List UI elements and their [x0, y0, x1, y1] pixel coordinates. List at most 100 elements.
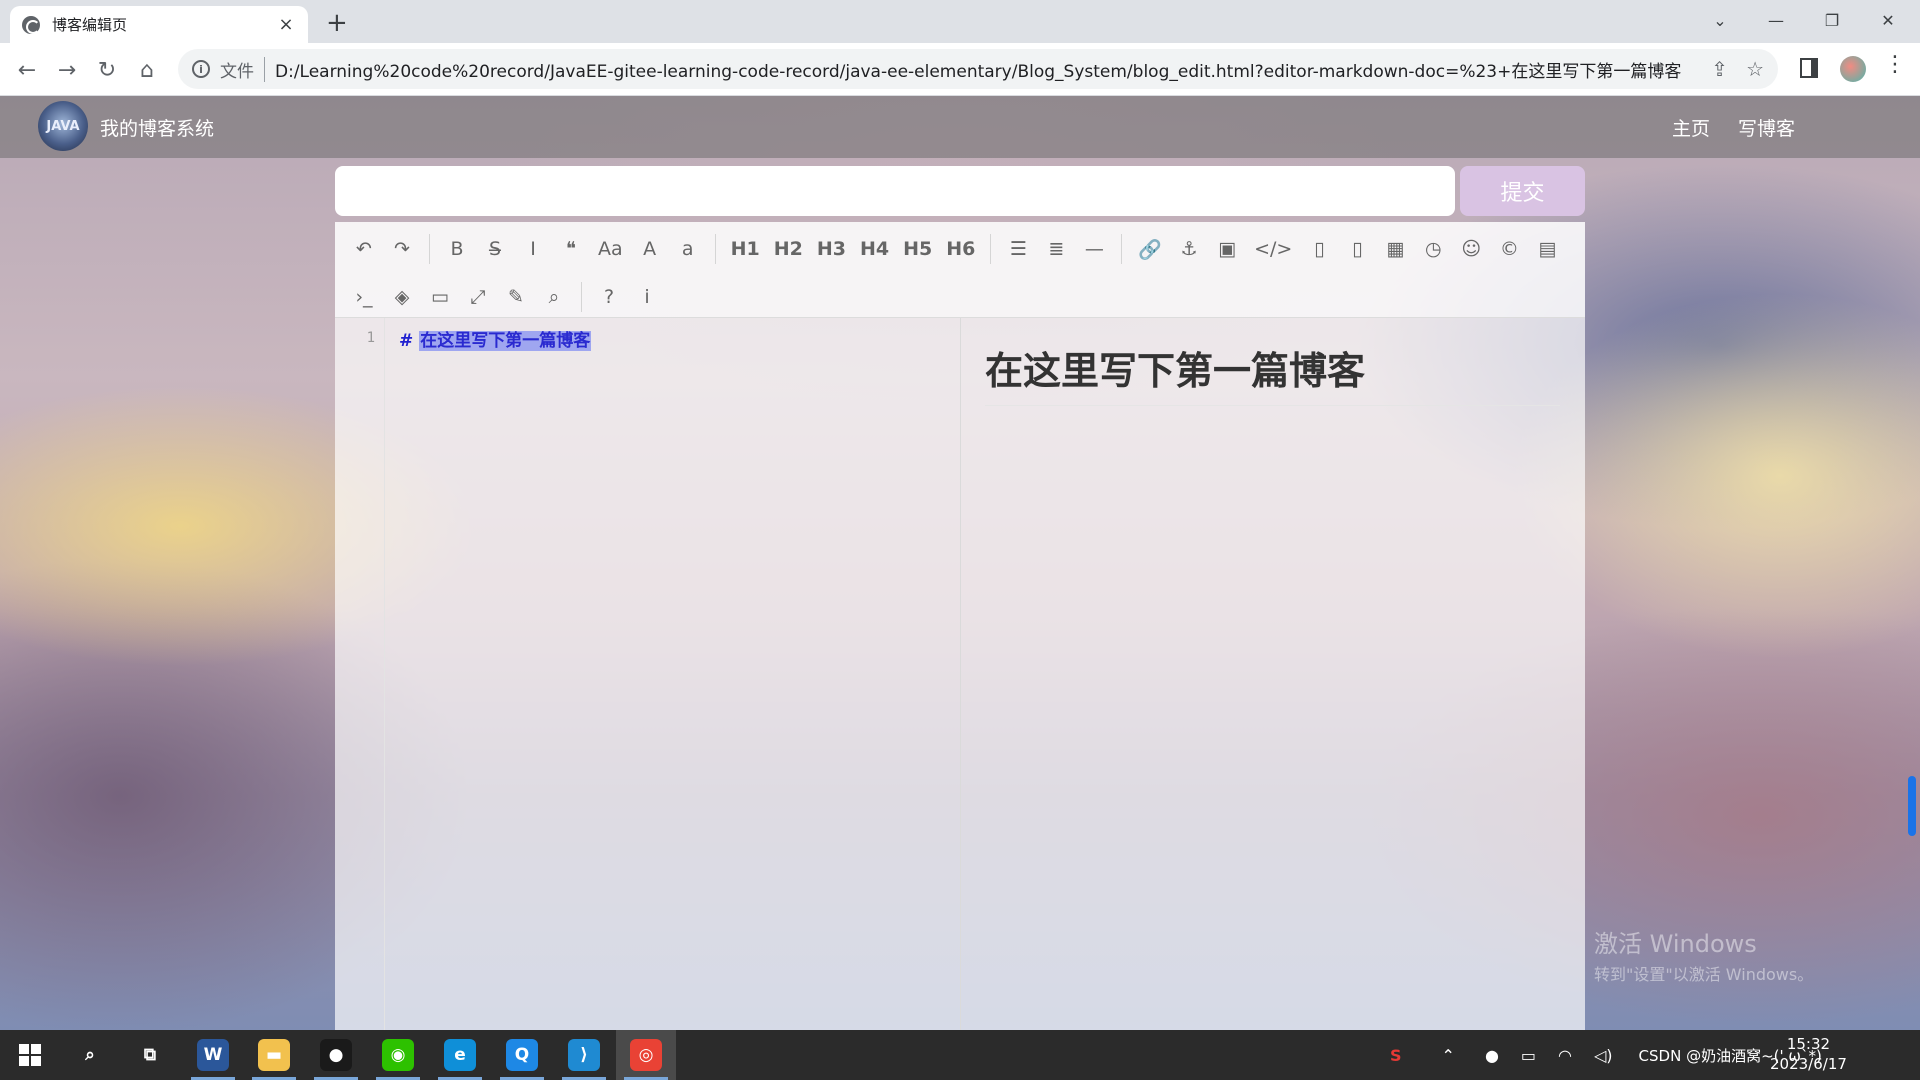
- unordered-list-icon[interactable]: ☰: [1003, 234, 1033, 264]
- h2-icon[interactable]: H2: [770, 234, 807, 264]
- search-icon: ⌕: [85, 1045, 95, 1065]
- blog-title-input[interactable]: [335, 166, 1455, 216]
- table-icon[interactable]: ▦: [1380, 234, 1410, 264]
- reload-button[interactable]: ↻: [90, 53, 124, 87]
- scrollbar-thumb[interactable]: [1908, 776, 1916, 836]
- uppercase-icon[interactable]: Aa: [594, 234, 627, 264]
- markdown-editor: ↶ ↷ B S̶ I ❝ Aa Aa H1 H2 H3 H4 H5 H6 ☰ ≣ — 🔗 ⚓ ▣ </> ▯ ▯ ▦ ◷ ☺ © ▤ …: [335, 222, 1585, 1030]
- share-icon[interactable]: ⇪: [1711, 57, 1728, 81]
- code-icon[interactable]: </>: [1250, 234, 1296, 264]
- editor-toolbar-row-1: ↶ ↷ B S̶ I ❝ Aa Aa H1 H2 H3 H4 H5 H6 ☰ ≣ — 🔗 ⚓ ▣ </> ▯ ▯ ▦ ◷ ☺ © ▤: [345, 234, 1566, 264]
- watermark-line-2: 转到"设置"以激活 Windows。: [1594, 965, 1814, 984]
- link-icon[interactable]: 🔗: [1134, 234, 1166, 264]
- wechat-icon: ◉: [382, 1039, 414, 1071]
- browser-tab[interactable]: 博客编辑页 ×: [10, 6, 308, 43]
- side-panel-icon[interactable]: [1800, 58, 1818, 78]
- search-taskbar-button[interactable]: ⌕: [60, 1030, 120, 1080]
- task-view-icon: ⧉: [143, 1045, 157, 1065]
- h6-icon[interactable]: H6: [942, 234, 979, 264]
- tab-title: 博客编辑页: [52, 16, 128, 34]
- edge-taskbar-button[interactable]: e: [430, 1030, 490, 1080]
- ucwords-icon[interactable]: A: [635, 234, 665, 264]
- line-number-gutter: 1: [335, 318, 385, 1030]
- close-window-button[interactable]: ✕: [1860, 0, 1916, 40]
- clock-time: 15:32: [1786, 1035, 1831, 1053]
- html-entities-icon[interactable]: ©: [1494, 234, 1524, 264]
- qq-taskbar-button[interactable]: ●: [306, 1030, 366, 1080]
- submit-button[interactable]: 提交: [1460, 166, 1585, 216]
- anchor-icon[interactable]: ⚓: [1174, 234, 1204, 264]
- site-navbar: JAVA 我的博客系统 主页 写博客: [0, 96, 1920, 158]
- fullscreen-icon[interactable]: ⤢: [463, 282, 493, 312]
- code-line[interactable]: # 在这里写下第一篇博客: [399, 326, 592, 351]
- line-number: 1: [366, 330, 375, 346]
- pagebreak-icon[interactable]: ▤: [1532, 234, 1562, 264]
- h5-icon[interactable]: H5: [899, 234, 936, 264]
- volume-icon[interactable]: ◁): [1594, 1046, 1613, 1065]
- h4-icon[interactable]: H4: [856, 234, 893, 264]
- chevron-up-icon[interactable]: ⌃: [1442, 1046, 1455, 1065]
- strikethrough-icon[interactable]: S̶: [480, 234, 510, 264]
- browser-menu-icon[interactable]: ⋮: [1884, 52, 1906, 77]
- selected-text[interactable]: 在这里写下第一篇博客: [419, 331, 592, 351]
- preformatted-code-icon[interactable]: ▯: [1304, 234, 1334, 264]
- watch-icon[interactable]: ▭: [425, 282, 455, 312]
- info-icon[interactable]: i: [632, 282, 662, 312]
- clear-icon[interactable]: ✎: [501, 282, 531, 312]
- minimize-button[interactable]: —: [1748, 0, 1804, 40]
- redo-icon[interactable]: ↷: [387, 234, 417, 264]
- vscode-taskbar-button[interactable]: ⟩: [554, 1030, 614, 1080]
- start-button[interactable]: [0, 1030, 60, 1080]
- bold-icon[interactable]: B: [442, 234, 472, 264]
- site-logo: JAVA: [38, 101, 88, 151]
- italic-icon[interactable]: I: [518, 234, 548, 264]
- profile-avatar[interactable]: [1840, 56, 1866, 82]
- new-tab-button[interactable]: +: [326, 8, 348, 38]
- address-bar[interactable]: i 文件 D:/Learning%20code%20record/JavaEE-…: [178, 49, 1778, 89]
- forward-button[interactable]: →: [50, 53, 84, 87]
- undo-icon[interactable]: ↶: [349, 234, 379, 264]
- ordered-list-icon[interactable]: ≣: [1041, 234, 1071, 264]
- search-icon[interactable]: ⌕: [539, 282, 569, 312]
- windows-logo-icon: [19, 1044, 41, 1066]
- bookmark-star-icon[interactable]: ☆: [1746, 57, 1764, 81]
- toolbar-separator: [581, 282, 582, 312]
- tab-search-icon[interactable]: ⌄: [1692, 0, 1748, 40]
- editor-toolbar-row-2: ›_ ◈ ▭ ⤢ ✎ ⌕? i: [345, 282, 666, 312]
- maximize-button[interactable]: ❐: [1804, 0, 1860, 40]
- wechat-taskbar-button[interactable]: ◉: [368, 1030, 428, 1080]
- quote-icon[interactable]: ❝: [556, 234, 586, 264]
- system-clock[interactable]: 15:32 2023/6/17: [1770, 1034, 1847, 1074]
- image-icon[interactable]: ▣: [1212, 234, 1242, 264]
- word-icon: W: [197, 1039, 229, 1071]
- h1-icon[interactable]: H1: [727, 234, 764, 264]
- task-view-taskbar-button[interactable]: ⧉: [120, 1030, 180, 1080]
- tab-close-icon[interactable]: ×: [276, 14, 296, 35]
- word-taskbar-button[interactable]: W: [183, 1030, 243, 1080]
- file-scheme-label: 文件: [220, 56, 265, 82]
- toggle-preview-icon[interactable]: ◈: [387, 282, 417, 312]
- nav-link-home[interactable]: 主页: [1672, 114, 1710, 141]
- goto-line-icon[interactable]: ›_: [349, 282, 379, 312]
- emoji-icon[interactable]: ☺: [1456, 234, 1486, 264]
- lowercase-icon[interactable]: a: [673, 234, 703, 264]
- back-button[interactable]: ←: [10, 53, 44, 87]
- edge-icon: e: [444, 1039, 476, 1071]
- datetime-icon[interactable]: ◷: [1418, 234, 1448, 264]
- file-explorer-taskbar-button[interactable]: ▬: [244, 1030, 304, 1080]
- url-text[interactable]: D:/Learning%20code%20record/JavaEE-gitee…: [275, 57, 1693, 82]
- home-button[interactable]: ⌂: [130, 53, 164, 87]
- qq-browser-taskbar-button[interactable]: Q: [492, 1030, 552, 1080]
- nav-link-write-blog[interactable]: 写博客: [1738, 114, 1795, 141]
- code-block-icon[interactable]: ▯: [1342, 234, 1372, 264]
- qq-tray-icon[interactable]: ●: [1485, 1046, 1499, 1065]
- h3-icon[interactable]: H3: [813, 234, 850, 264]
- help-icon[interactable]: ?: [594, 282, 624, 312]
- site-info-icon[interactable]: i: [192, 60, 210, 78]
- horizontal-rule-icon[interactable]: —: [1079, 234, 1109, 264]
- sogou-ime-icon[interactable]: S: [1390, 1046, 1402, 1065]
- markdown-input-area[interactable]: # 在这里写下第一篇博客: [385, 318, 960, 1030]
- wifi-icon[interactable]: ◠: [1558, 1046, 1572, 1065]
- chrome-taskbar-button[interactable]: ◎: [616, 1030, 676, 1080]
- battery-icon[interactable]: ▭: [1521, 1046, 1536, 1065]
